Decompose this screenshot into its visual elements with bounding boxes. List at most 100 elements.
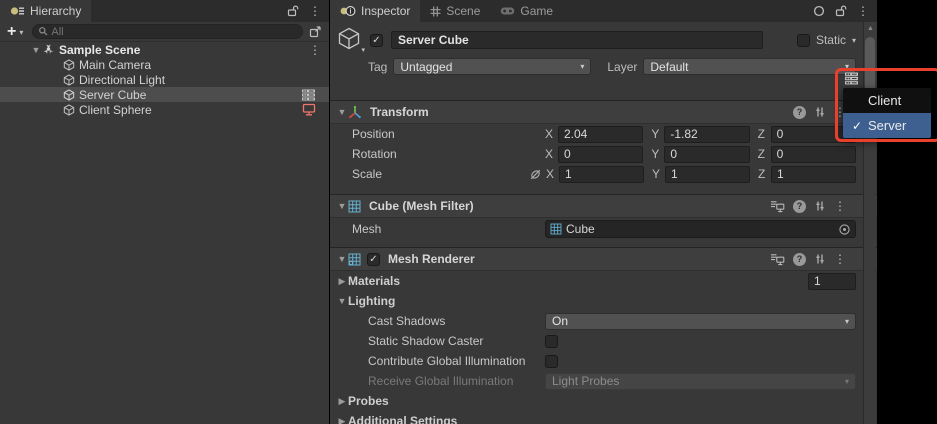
- help-icon[interactable]: ?: [793, 106, 806, 119]
- mesh-label: Mesh: [352, 222, 545, 236]
- lock-icon[interactable]: [287, 5, 299, 17]
- foldout-collapsed-icon[interactable]: ▶: [336, 416, 348, 424]
- component-menu-icon[interactable]: ⋮: [834, 200, 846, 212]
- tree-row-sample-scene[interactable]: ▼ Sample Scene ⋮: [0, 42, 329, 57]
- position-x-field[interactable]: 2.04: [558, 126, 643, 143]
- tag-dropdown[interactable]: Untagged ▾: [393, 58, 591, 75]
- gameobject-header: ▾ ✓ Static ▾ Tag Untagged ▾: [336, 22, 856, 75]
- popup-item-client[interactable]: Client: [843, 88, 931, 113]
- client-monitor-icon[interactable]: [302, 103, 316, 116]
- hierarchy-search-field[interactable]: [32, 24, 303, 39]
- cast-shadows-dropdown[interactable]: On ▾: [545, 313, 856, 330]
- contribute-gi-checkbox[interactable]: [545, 355, 558, 368]
- axis-x-label[interactable]: X: [545, 147, 554, 161]
- gameobject-name-field[interactable]: [391, 31, 763, 49]
- foldout-icon[interactable]: ▼: [336, 201, 348, 211]
- inspector-scrollbar[interactable]: ▲: [863, 22, 876, 424]
- scale-y-field[interactable]: 1: [665, 166, 750, 183]
- inspector-menu-icon[interactable]: ⋮: [857, 5, 869, 17]
- tree-row-directional-light[interactable]: Directional Light: [0, 72, 329, 87]
- server-icon[interactable]: [301, 89, 316, 101]
- create-dropdown-caret-icon[interactable]: ▾: [19, 28, 23, 37]
- axis-x-label[interactable]: X: [546, 167, 555, 181]
- scrollbar-up-arrow-icon[interactable]: ▲: [864, 25, 877, 32]
- additional-settings-label: Additional Settings: [348, 414, 457, 424]
- tab-scene[interactable]: Scene: [420, 0, 490, 22]
- multiplayer-visibility-icon[interactable]: [770, 253, 785, 266]
- position-y-field[interactable]: -1.82: [664, 126, 749, 143]
- scale-label: Scale: [352, 167, 529, 181]
- axis-x-label[interactable]: X: [545, 127, 554, 141]
- active-checkbox[interactable]: ✓: [370, 34, 383, 47]
- materials-count-field[interactable]: 1: [808, 273, 856, 290]
- axis-z-label[interactable]: Z: [758, 167, 767, 181]
- transform-title: Transform: [370, 105, 429, 119]
- lighting-foldout-row[interactable]: ▼ Lighting: [336, 291, 856, 311]
- tree-row-server-cube[interactable]: Server Cube: [0, 87, 329, 102]
- renderer-enabled-checkbox[interactable]: ✓: [367, 253, 380, 266]
- receive-gi-label: Receive Global Illumination: [368, 374, 545, 388]
- static-shadow-caster-checkbox[interactable]: [545, 335, 558, 348]
- tag-label: Tag: [368, 60, 387, 74]
- component-menu-icon[interactable]: ⋮: [834, 253, 846, 265]
- presets-icon[interactable]: [814, 253, 826, 265]
- layer-value: Default: [650, 60, 688, 74]
- tab-inspector[interactable]: i Inspector: [330, 0, 420, 22]
- static-checkbox[interactable]: [797, 34, 810, 47]
- layer-dropdown[interactable]: Default ▾: [643, 58, 856, 75]
- gameobject-cube-icon: [63, 89, 75, 101]
- mesh-filter-header[interactable]: ▼ Cube (Mesh Filter) ? ⋮: [330, 194, 877, 218]
- axis-y-label[interactable]: Y: [652, 167, 661, 181]
- presets-icon[interactable]: [814, 200, 826, 212]
- mesh-object-field[interactable]: Cube: [545, 220, 856, 238]
- tree-row-client-sphere[interactable]: Client Sphere: [0, 102, 329, 117]
- rotation-x-field[interactable]: 0: [558, 146, 643, 163]
- foldout-icon[interactable]: ▼: [336, 296, 348, 306]
- static-shadow-caster-row: Static Shadow Caster: [336, 331, 856, 351]
- help-icon[interactable]: ?: [793, 200, 806, 213]
- materials-row[interactable]: ▶ Materials 1: [336, 271, 856, 291]
- foldout-icon[interactable]: ▼: [336, 107, 348, 117]
- axis-z-label[interactable]: Z: [758, 147, 767, 161]
- gameobject-cube-icon: [63, 104, 75, 116]
- pick-object-icon[interactable]: [309, 25, 322, 38]
- gameobject-icon-selector[interactable]: ▾: [336, 26, 364, 52]
- multiplayer-role-button[interactable]: [844, 72, 859, 85]
- axis-y-label[interactable]: Y: [651, 127, 660, 141]
- foldout-icon[interactable]: ▼: [30, 45, 42, 55]
- foldout-collapsed-icon[interactable]: ▶: [336, 396, 348, 407]
- search-input[interactable]: [51, 26, 297, 38]
- tab-game[interactable]: Game: [490, 0, 563, 22]
- static-dropdown-caret-icon[interactable]: ▾: [852, 36, 856, 45]
- popup-item-label: Client: [868, 93, 901, 108]
- help-icon[interactable]: ?: [793, 253, 806, 266]
- popup-item-server[interactable]: ✓ Server: [843, 113, 931, 138]
- presets-icon[interactable]: [814, 106, 826, 118]
- link-scale-icon[interactable]: [529, 168, 542, 181]
- gamepad-icon: [500, 6, 515, 16]
- lighting-label: Lighting: [348, 294, 395, 308]
- scale-x-field[interactable]: 1: [559, 166, 644, 183]
- rotation-y-field[interactable]: 0: [664, 146, 749, 163]
- object-picker-icon[interactable]: [838, 223, 851, 236]
- scene-menu-icon[interactable]: ⋮: [309, 44, 321, 56]
- foldout-collapsed-icon[interactable]: ▶: [336, 276, 348, 287]
- axis-z-label[interactable]: Z: [758, 127, 767, 141]
- lock-icon[interactable]: [835, 5, 847, 17]
- additional-settings-foldout-row[interactable]: ▶ Additional Settings: [336, 411, 856, 424]
- hierarchy-menu-icon[interactable]: ⋮: [309, 5, 321, 17]
- axis-y-label[interactable]: Y: [651, 147, 660, 161]
- rotation-z-field[interactable]: 0: [771, 146, 856, 163]
- hierarchy-tab-icon: [10, 5, 25, 17]
- mesh-renderer-header[interactable]: ▼ ✓ Mesh Renderer ? ⋮: [330, 247, 877, 271]
- probes-foldout-row[interactable]: ▶ Probes: [336, 391, 856, 411]
- create-object-button[interactable]: +: [7, 24, 16, 40]
- foldout-icon[interactable]: ▼: [336, 254, 348, 264]
- auto-refresh-circle-icon[interactable]: [813, 5, 825, 17]
- tree-row-main-camera[interactable]: Main Camera: [0, 57, 329, 72]
- scale-z-field[interactable]: 1: [771, 166, 856, 183]
- tab-hierarchy[interactable]: Hierarchy: [0, 0, 91, 22]
- multiplayer-visibility-icon[interactable]: [770, 200, 785, 213]
- transform-header[interactable]: ▼ Transform ? ⋮: [330, 100, 877, 124]
- multiplayer-row-spacer: [336, 75, 856, 100]
